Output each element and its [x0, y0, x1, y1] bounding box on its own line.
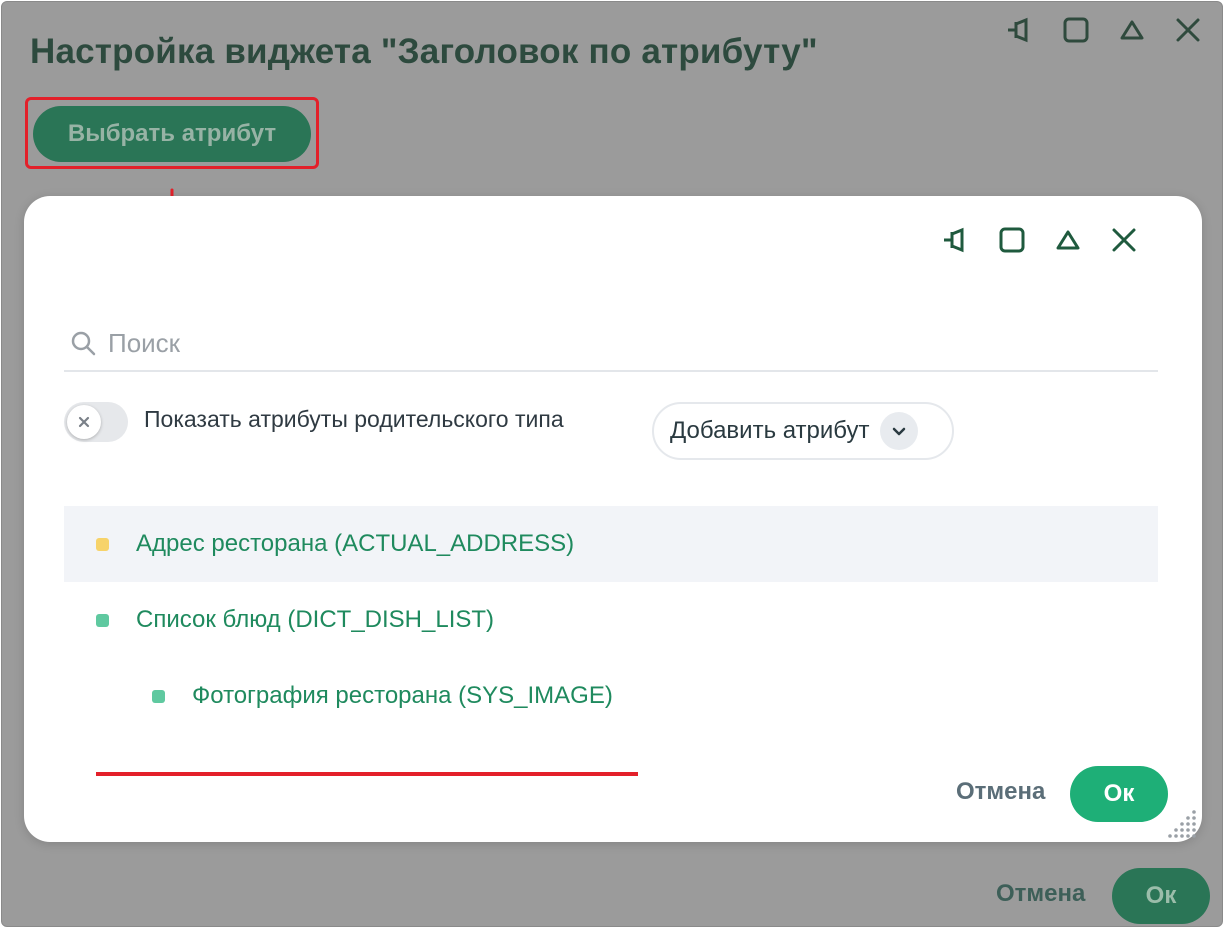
search-field — [64, 316, 1158, 372]
list-item[interactable]: Список блюд (DICT_DISH_LIST) — [64, 582, 1158, 658]
attribute-label: Список блюд (DICT_DISH_LIST) — [136, 606, 495, 633]
close-icon[interactable] — [1110, 226, 1138, 254]
list-item[interactable]: Адрес ресторана (ACTUAL_ADDRESS) — [64, 506, 1158, 582]
list-item[interactable]: Фотография ресторана (SYS_IMAGE) — [64, 658, 1158, 734]
add-attribute-dropdown[interactable]: Добавить атрибут — [652, 402, 954, 460]
collapse-icon[interactable] — [1118, 16, 1146, 44]
add-attribute-label: Добавить атрибут — [670, 417, 870, 444]
close-icon[interactable] — [1174, 16, 1202, 44]
parent-attributes-toggle[interactable] — [64, 402, 128, 442]
cancel-button[interactable]: Отмена — [956, 778, 1045, 806]
ok-button[interactable]: Ок — [1070, 766, 1168, 822]
attribute-label: Фотография ресторана (SYS_IMAGE) — [192, 682, 613, 709]
status-dot — [96, 537, 109, 551]
outer-window-title: Настройка виджета "Заголовок по атрибуту… — [30, 32, 818, 71]
search-icon — [70, 329, 98, 357]
search-input[interactable] — [106, 326, 1010, 360]
attribute-list: Адрес ресторана (ACTUAL_ADDRESS) Список … — [64, 506, 1158, 734]
collapse-icon[interactable] — [1054, 226, 1082, 254]
dialog-window-controls — [942, 226, 1138, 254]
status-dot — [96, 613, 109, 627]
annotation-underline — [96, 772, 638, 776]
toggle-knob — [67, 405, 101, 439]
parent-attributes-toggle-label: Показать атрибуты родительского типа — [144, 406, 564, 432]
attribute-label: Адрес ресторана (ACTUAL_ADDRESS) — [136, 530, 575, 557]
outer-window-controls — [1006, 16, 1202, 44]
x-icon — [78, 416, 90, 428]
pin-icon[interactable] — [942, 226, 970, 254]
select-attribute-button[interactable]: Выбрать атрибут — [33, 106, 311, 162]
attribute-select-dialog: Показать атрибуты родительского типа Доб… — [24, 196, 1202, 842]
status-dot — [152, 689, 165, 703]
chevron-down-icon[interactable] — [92, 684, 116, 708]
maximize-icon[interactable] — [998, 226, 1026, 254]
resize-handle-icon[interactable] — [1166, 808, 1198, 838]
outer-cancel-button[interactable]: Отмена — [996, 880, 1085, 908]
outer-ok-button[interactable]: Ок — [1112, 868, 1210, 924]
chevron-down-icon — [879, 412, 918, 450]
maximize-icon[interactable] — [1062, 16, 1090, 44]
pin-icon[interactable] — [1006, 16, 1034, 44]
